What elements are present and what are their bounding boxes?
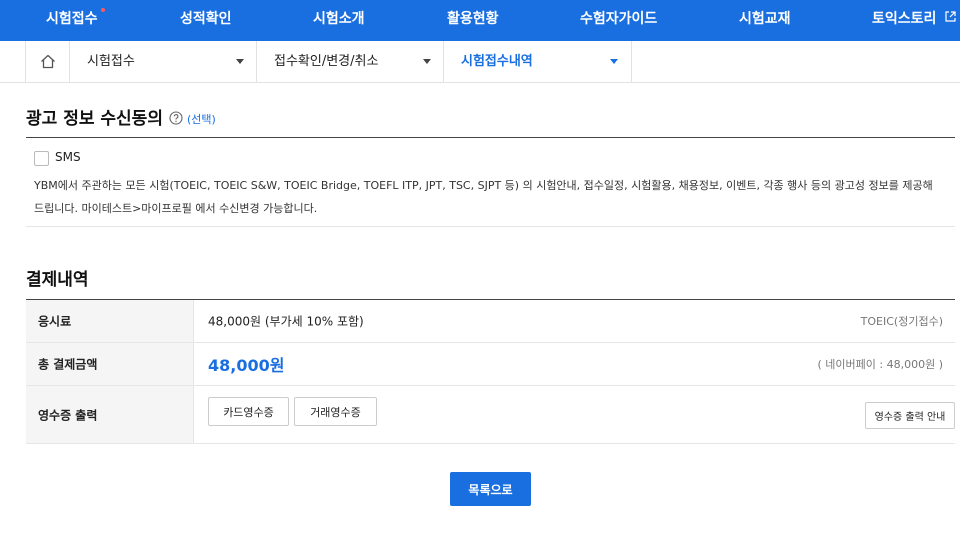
breadcrumb-label: 시험접수내역 — [461, 54, 533, 69]
caret-down-icon — [236, 59, 244, 64]
nav-item-toeic-story[interactable]: 토익스토리 — [872, 0, 956, 41]
nav-item-score-check[interactable]: 성적확인 — [180, 0, 232, 41]
breadcrumb-dropdown-confirm-change-cancel[interactable]: 접수확인/변경/취소 — [256, 41, 444, 82]
nav-item-label: 수험자가이드 — [580, 11, 658, 27]
card-receipt-button[interactable]: 카드영수증 — [208, 397, 289, 426]
nav-item-exam-register[interactable]: 시험접수 — [46, 0, 105, 41]
trade-receipt-button[interactable]: 거래영수증 — [294, 397, 377, 426]
breadcrumb-dropdown-exam-history[interactable]: 시험접수내역 — [443, 41, 632, 82]
exam-type-note: TOEIC(정기접수) — [860, 315, 943, 328]
breadcrumb-dropdown-exam-register[interactable]: 시험접수 — [69, 41, 257, 82]
section-divider — [26, 137, 955, 138]
sms-checkbox[interactable] — [34, 151, 49, 166]
breadcrumb-home[interactable] — [25, 41, 69, 82]
optional-label: (선택) — [186, 113, 216, 126]
payment-row-header: 영수증 출력 — [26, 386, 194, 443]
nav-item-label: 활용현황 — [447, 11, 499, 27]
ad-consent-description: YBM에서 주관하는 모든 시험(TOEIC, TOEIC S&W, TOEIC… — [34, 179, 933, 215]
breadcrumb: 시험접수 접수확인/변경/취소 시험접수내역 — [0, 41, 960, 83]
payment-row-total: 총 결제금액 48,000원 ( 네이버페이 : 48,000원 ) — [26, 343, 955, 386]
receipt-guide-button[interactable]: 영수증 출력 안내 — [865, 402, 955, 429]
nav-item-usage-status[interactable]: 활용현황 — [447, 0, 499, 41]
nav-item-label: 성적확인 — [180, 11, 232, 27]
ad-consent-title: 광고 정보 수신동의 (선택) — [26, 104, 216, 129]
home-icon — [40, 54, 55, 69]
nav-item-label: 시험소개 — [313, 11, 365, 27]
payment-row-label: 영수증 출력 — [38, 408, 98, 422]
caret-down-icon — [423, 59, 431, 64]
payment-row-receipt: 영수증 출력 카드영수증 거래영수증 영수증 출력 안내 — [26, 386, 955, 444]
back-to-list-button[interactable]: 목록으로 — [450, 472, 531, 506]
ad-consent-title-text: 광고 정보 수신동의 — [26, 109, 163, 129]
nav-item-label: 시험교재 — [739, 11, 791, 27]
nav-item-examinee-guide[interactable]: 수험자가이드 — [580, 0, 657, 41]
fee-value: 48,000원 (부가세 10% 포함) — [208, 314, 364, 329]
nav-item-label: 시험접수 — [46, 11, 98, 27]
total-amount: 48,000원 — [208, 356, 285, 375]
payment-method-note: ( 네이버페이 : 48,000원 ) — [817, 358, 943, 371]
help-circle-icon[interactable] — [169, 111, 183, 125]
payment-title: 결제내역 — [26, 270, 89, 290]
breadcrumb-label: 접수확인/변경/취소 — [274, 54, 379, 69]
payment-row-header: 총 결제금액 — [26, 343, 194, 385]
section-divider — [26, 226, 955, 227]
new-dot-icon — [100, 8, 105, 12]
payment-row-label: 총 결제금액 — [38, 357, 98, 372]
nav-item-label: 토익스토리 — [872, 11, 937, 27]
top-nav: 시험접수 성적확인 시험소개 활용현황 수험자가이드 시험교재 토익스토리 — [0, 0, 960, 41]
caret-down-icon — [610, 59, 618, 64]
payment-row-fee: 응시료 48,000원 (부가세 10% 포함) TOEIC(정기접수) — [26, 300, 955, 343]
payment-row-header: 응시료 — [26, 300, 194, 342]
external-link-icon — [945, 11, 956, 22]
sms-label[interactable]: SMS — [55, 150, 81, 164]
payment-row-label: 응시료 — [38, 314, 72, 329]
nav-item-textbooks[interactable]: 시험교재 — [739, 0, 791, 41]
nav-item-exam-intro[interactable]: 시험소개 — [313, 0, 365, 41]
breadcrumb-label: 시험접수 — [87, 54, 135, 69]
